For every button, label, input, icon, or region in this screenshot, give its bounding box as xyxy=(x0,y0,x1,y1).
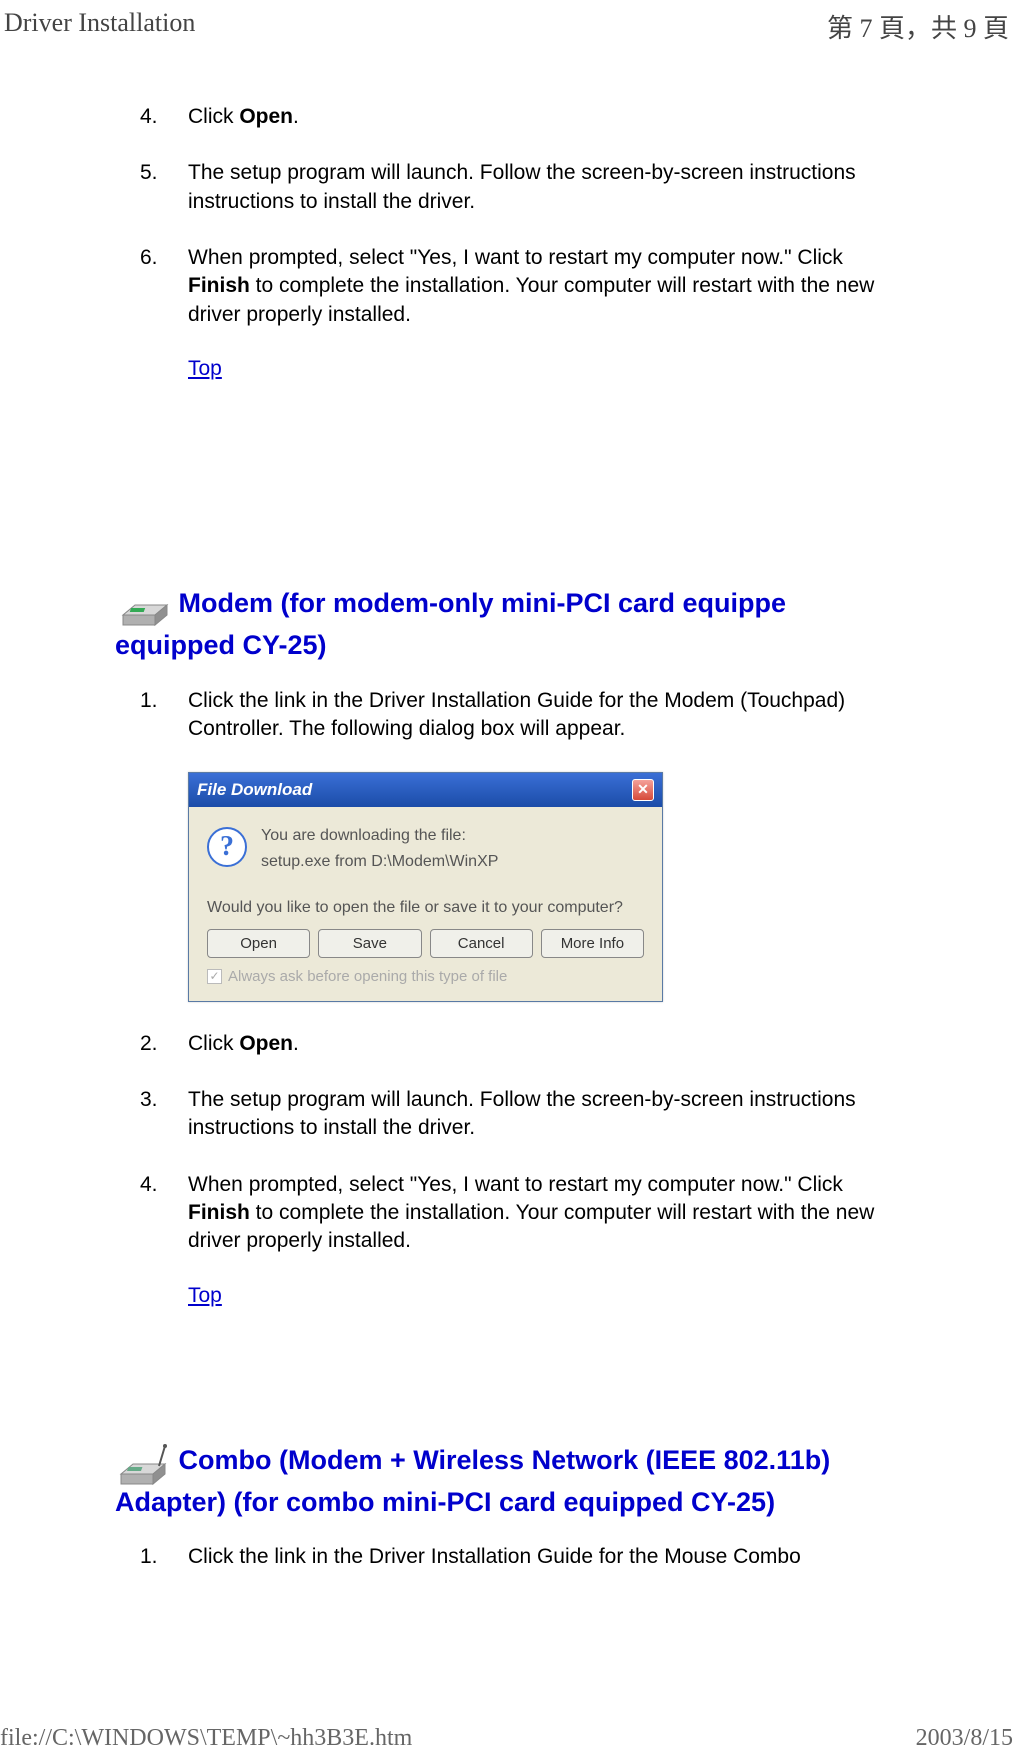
step-text: Click the link in the Driver Installatio… xyxy=(188,687,903,744)
page-indicator: 第 7 頁，共 9 頁 xyxy=(827,8,1013,45)
step-number: 3. xyxy=(140,1086,188,1143)
dialog-close-button[interactable]: ✕ xyxy=(632,779,654,801)
footer-path: file://C:\WINDOWS\TEMP\~hh3B3E.htm xyxy=(0,1725,412,1752)
list-item: 3. The setup program will launch. Follow… xyxy=(140,1086,903,1143)
dialog-save-button[interactable]: Save xyxy=(318,929,421,958)
steps-list-c: 1. Click the link in the Driver Installa… xyxy=(115,1543,903,1571)
dialog-open-button[interactable]: Open xyxy=(207,929,310,958)
dialog-cancel-button[interactable]: Cancel xyxy=(430,929,533,958)
list-item: 6. When prompted, select "Yes, I want to… xyxy=(140,244,903,329)
steps-list-a: 4. Click Open. 5. The setup program will… xyxy=(115,103,903,329)
dialog-title-text: File Download xyxy=(197,780,312,800)
step-text: The setup program will launch. Follow th… xyxy=(188,1086,903,1143)
modem-heading: Modem (for modem-only mini-PCI card equi… xyxy=(115,581,903,663)
top-link[interactable]: Top xyxy=(115,357,222,381)
step-number: 1. xyxy=(140,687,188,744)
footer-date: 2003/8/15 xyxy=(916,1725,1013,1752)
page-content: 4. Click Open. 5. The setup program will… xyxy=(0,53,1013,1572)
dialog-question: Would you like to open the file or save … xyxy=(207,899,644,917)
step-number: 1. xyxy=(140,1543,188,1571)
step-text: Click Open. xyxy=(188,103,903,131)
step-number: 4. xyxy=(140,1171,188,1256)
page-header: Driver Installation 第 7 頁，共 9 頁 xyxy=(0,0,1013,53)
list-item: 4. When prompted, select "Yes, I want to… xyxy=(140,1171,903,1256)
step-number: 4. xyxy=(140,103,188,131)
list-item: 2. Click Open. xyxy=(140,1030,903,1058)
steps-list-b-before: 1. Click the link in the Driver Installa… xyxy=(115,687,903,744)
modem-device-icon xyxy=(115,581,171,629)
always-ask-label: Always ask before opening this type of f… xyxy=(228,968,507,985)
combo-device-icon xyxy=(115,1438,171,1486)
steps-list-b-after: 2. Click Open. 3. The setup program will… xyxy=(115,1030,903,1256)
list-item: 1. Click the link in the Driver Installa… xyxy=(140,1543,903,1571)
step-text: The setup program will launch. Follow th… xyxy=(188,159,903,216)
step-text: When prompted, select "Yes, I want to re… xyxy=(188,244,903,329)
list-item: 4. Click Open. xyxy=(140,103,903,131)
header-title: Driver Installation xyxy=(0,8,195,45)
list-item: 1. Click the link in the Driver Installa… xyxy=(140,687,903,744)
dialog-line1: You are downloading the file: xyxy=(261,827,498,845)
step-number: 5. xyxy=(140,159,188,216)
file-download-dialog: File Download ✕ ? You are downloading th… xyxy=(188,772,663,1002)
dialog-always-ask-row: ✓ Always ask before opening this type of… xyxy=(207,968,644,985)
combo-heading: Combo (Modem + Wireless Network (IEEE 80… xyxy=(115,1438,903,1520)
top-link[interactable]: Top xyxy=(115,1284,222,1308)
step-text: Click the link in the Driver Installatio… xyxy=(188,1543,903,1571)
step-text: Click Open. xyxy=(188,1030,903,1058)
list-item: 5. The setup program will launch. Follow… xyxy=(140,159,903,216)
question-mark-icon: ? xyxy=(207,827,247,867)
dialog-line2: setup.exe from D:\Modem\WinXP xyxy=(261,853,498,871)
page-footer: file://C:\WINDOWS\TEMP\~hh3B3E.htm 2003/… xyxy=(0,1725,1013,1754)
always-ask-checkbox[interactable]: ✓ xyxy=(207,969,222,984)
dialog-titlebar: File Download ✕ xyxy=(189,773,662,807)
dialog-body: ? You are downloading the file: setup.ex… xyxy=(189,807,662,1001)
step-text: When prompted, select "Yes, I want to re… xyxy=(188,1171,903,1256)
step-number: 2. xyxy=(140,1030,188,1058)
dialog-more-info-button[interactable]: More Info xyxy=(541,929,644,958)
step-number: 6. xyxy=(140,244,188,329)
